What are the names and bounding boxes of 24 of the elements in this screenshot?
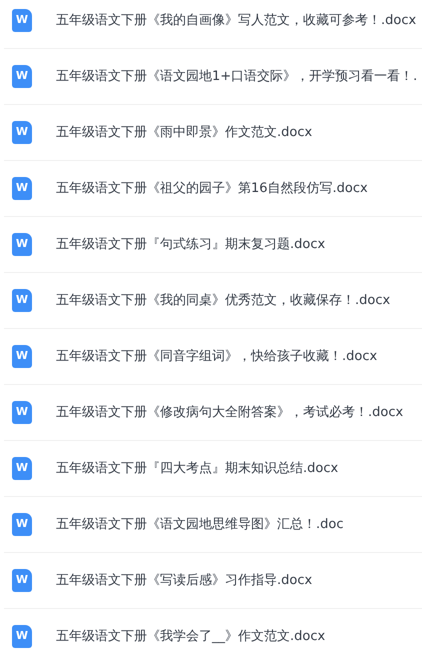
word-file-icon: W bbox=[12, 9, 32, 32]
word-file-icon: W bbox=[12, 121, 32, 144]
file-name[interactable]: 五年级语文下册《语文园地1+口语交际》，开学预习看一看！. bbox=[56, 66, 418, 86]
word-file-icon: W bbox=[12, 625, 32, 648]
file-name[interactable]: 五年级语文下册《我学会了__》作文范文.docx bbox=[56, 626, 326, 646]
word-file-icon: W bbox=[12, 289, 32, 312]
word-file-icon: W bbox=[12, 233, 32, 256]
file-name[interactable]: 五年级语文下册《修改病句大全附答案》，考试必考！.docx bbox=[56, 402, 404, 422]
file-name[interactable]: 五年级语文下册《我的同桌》优秀范文，收藏保存！.docx bbox=[56, 290, 390, 310]
word-file-icon: W bbox=[12, 457, 32, 480]
word-file-icon: W bbox=[12, 569, 32, 592]
word-file-icon: W bbox=[12, 513, 32, 536]
file-name[interactable]: 五年级语文下册《语文园地思维导图》汇总！.doc bbox=[56, 514, 344, 534]
word-file-icon: W bbox=[12, 345, 32, 368]
file-name[interactable]: 五年级语文下册《同音字组词》，快给孩子收藏！.docx bbox=[56, 346, 378, 366]
word-file-icon: W bbox=[12, 401, 32, 424]
file-name[interactable]: 五年级语文下册《写读后感》习作指导.docx bbox=[56, 570, 312, 590]
file-name[interactable]: 五年级语文下册《我的自画像》写人范文，收藏可参考！.docx bbox=[56, 10, 416, 30]
file-name[interactable]: 五年级语文下册『四大考点』期末知识总结.docx bbox=[56, 458, 338, 478]
word-file-icon: W bbox=[12, 177, 32, 200]
file-name[interactable]: 五年级语文下册《雨中即景》作文范文.docx bbox=[56, 122, 312, 142]
file-name[interactable]: 五年级语文下册《祖父的园子》第16自然段仿写.docx bbox=[56, 178, 368, 198]
file-name[interactable]: 五年级语文下册『句式练习』期末复习题.docx bbox=[56, 234, 326, 254]
word-file-icon: W bbox=[12, 65, 32, 88]
